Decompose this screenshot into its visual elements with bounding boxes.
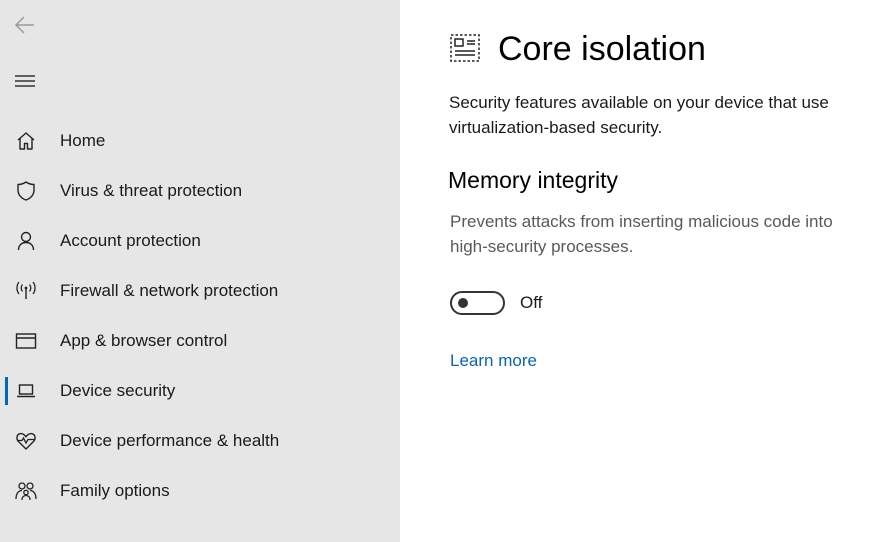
toggle-state-label: Off [520,293,543,312]
core-isolation-chip-icon [450,34,480,62]
sidebar-item-label: Device security [60,381,176,400]
menu-button[interactable] [10,66,40,96]
sidebar-item-label: Family options [60,481,170,500]
browser-window-icon [14,329,38,353]
sidebar-item-performance[interactable]: Device performance & health [0,416,400,466]
sidebar: Home Virus & threat protection Account p… [0,0,400,542]
home-icon [14,129,38,153]
main-content: Core isolation Security features availab… [400,0,882,542]
back-button[interactable] [10,10,40,40]
memory-integrity-description: Prevents attacks from inserting maliciou… [450,212,833,256]
laptop-icon [14,379,38,403]
sidebar-item-family[interactable]: Family options [0,466,400,516]
sidebar-item-device-security[interactable]: Device security [0,366,400,416]
sidebar-item-firewall[interactable]: Firewall & network protection [0,266,400,316]
page-description: Security features available on your devi… [449,93,829,137]
antenna-icon [14,279,38,303]
back-arrow-icon [14,16,34,34]
sidebar-item-label: Device performance & health [60,431,280,450]
page-title: Core isolation [498,30,706,68]
family-icon [14,479,38,503]
memory-integrity-heading: Memory integrity [448,167,618,193]
sidebar-item-app-browser[interactable]: App & browser control [0,316,400,366]
heart-pulse-icon [14,429,38,453]
toggle-knob [458,298,468,308]
memory-integrity-toggle[interactable] [450,291,505,315]
hamburger-icon [15,75,35,87]
sidebar-item-home[interactable]: Home [0,116,400,166]
sidebar-item-label: Firewall & network protection [60,281,279,300]
sidebar-nav: Home Virus & threat protection Account p… [0,116,400,516]
learn-more-link[interactable]: Learn more [450,351,537,371]
sidebar-item-virus-threat[interactable]: Virus & threat protection [0,166,400,216]
sidebar-item-label: App & browser control [60,331,228,350]
sidebar-item-label: Virus & threat protection [60,181,243,200]
sidebar-item-label: Home [60,131,106,150]
shield-icon [14,179,38,203]
sidebar-item-account[interactable]: Account protection [0,216,400,266]
person-icon [14,229,38,253]
sidebar-item-label: Account protection [60,231,201,250]
